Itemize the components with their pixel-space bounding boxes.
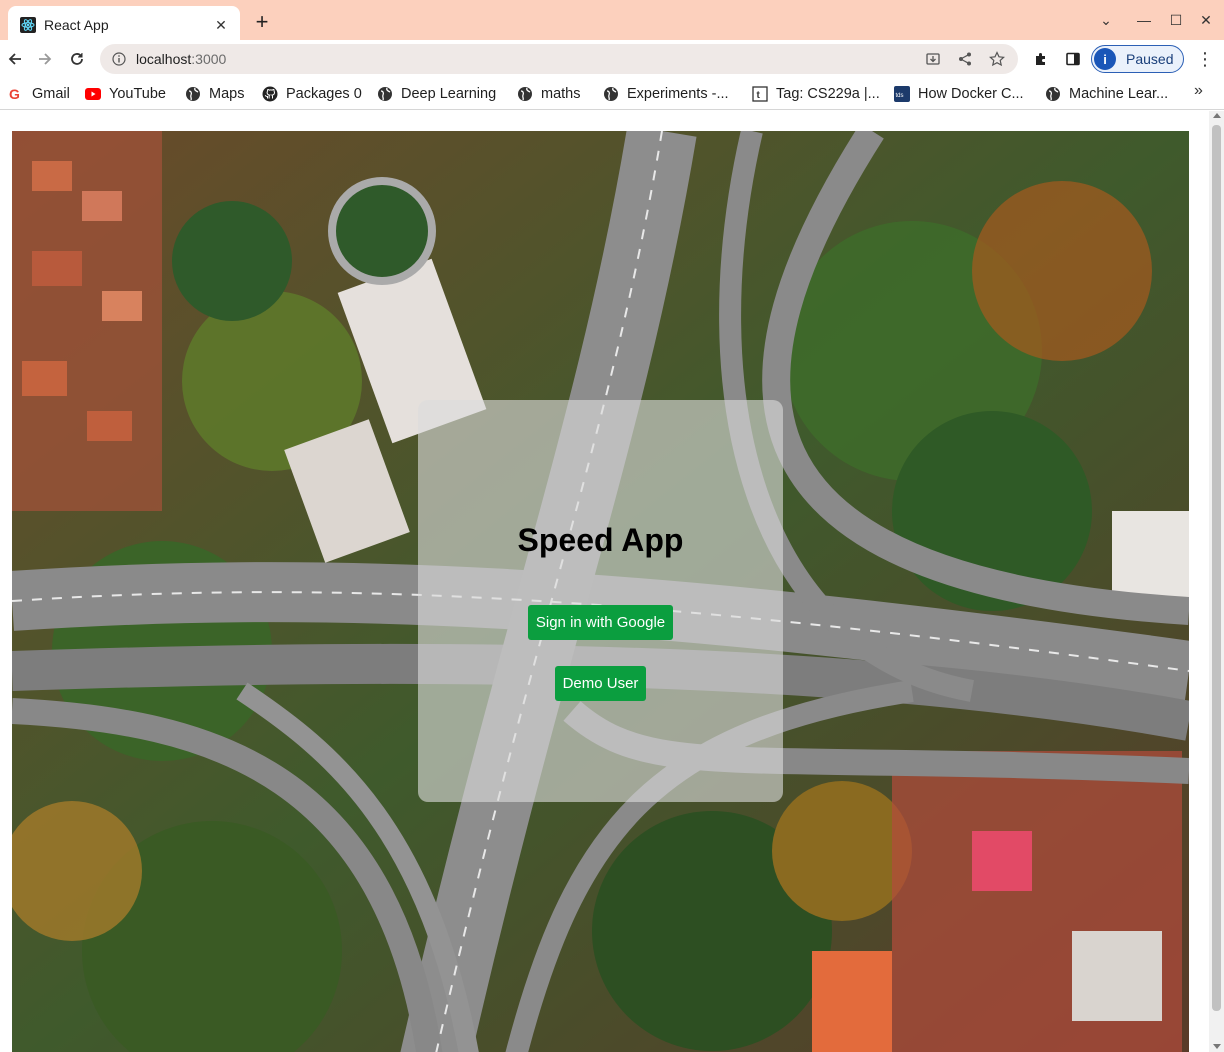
bookmark-experiments[interactable]: Experiments -... — [603, 82, 729, 106]
bookmark-star-icon[interactable] — [988, 50, 1006, 68]
minimize-icon[interactable]: — — [1134, 12, 1154, 28]
tab-search-chevron-icon[interactable]: ⌄ — [1096, 12, 1116, 29]
bookmark-packages[interactable]: Packages 0 — [262, 82, 362, 106]
browser-menu-icon[interactable]: ⋮ — [1196, 49, 1214, 69]
more-bookmarks-icon[interactable]: » — [1194, 82, 1203, 100]
profile-paused-button[interactable]: i Paused — [1091, 45, 1184, 73]
browser-tab[interactable]: React App ✕ — [8, 6, 240, 44]
globe-icon — [377, 86, 393, 102]
page-viewport: Speed App Sign in with Google Demo User — [0, 111, 1209, 1052]
login-card: Speed App Sign in with Google Demo User — [418, 400, 783, 802]
extensions-puzzle-icon[interactable] — [1031, 49, 1051, 69]
vertical-scrollbar[interactable] — [1209, 111, 1224, 1052]
globe-icon — [1045, 86, 1061, 102]
avatar: i — [1094, 48, 1116, 70]
browser-toolbar: localhost:3000 i Paused ⋮ — [0, 40, 1224, 78]
demo-user-button[interactable]: Demo User — [554, 666, 647, 701]
scroll-down-arrow-icon[interactable] — [1213, 1044, 1221, 1049]
globe-icon — [517, 86, 533, 102]
bookmark-youtube[interactable]: YouTube — [85, 82, 166, 106]
bookmark-docker[interactable]: tds How Docker C... — [894, 82, 1024, 106]
sign-in-with-google-button[interactable]: Sign in with Google — [527, 605, 674, 640]
back-arrow-icon[interactable] — [4, 48, 26, 70]
maximize-icon[interactable]: ☐ — [1166, 12, 1186, 29]
side-panel-icon[interactable] — [1063, 49, 1083, 69]
react-icon — [20, 17, 36, 33]
gmail-icon: G — [8, 86, 24, 102]
youtube-icon — [85, 86, 101, 102]
address-bar[interactable]: localhost:3000 — [100, 44, 1018, 74]
tab-strip: React App ✕ + ⌄ — ☐ ✕ — [0, 0, 1224, 44]
close-tab-icon[interactable]: ✕ — [212, 17, 230, 34]
reload-icon[interactable] — [66, 48, 88, 70]
globe-icon — [603, 86, 619, 102]
bookmark-maps[interactable]: Maps — [185, 82, 244, 106]
url-text: localhost:3000 — [136, 51, 227, 67]
close-window-icon[interactable]: ✕ — [1196, 12, 1216, 29]
site-icon: tds — [894, 86, 910, 102]
bookmarks-bar: G Gmail YouTube Maps Packages 0 Deep Lea… — [0, 78, 1224, 110]
page-title: Speed App — [517, 522, 684, 558]
profile-status: Paused — [1126, 51, 1174, 67]
bookmark-machine-learning[interactable]: Machine Lear... — [1045, 82, 1168, 106]
site-info-icon[interactable] — [112, 52, 126, 66]
bookmark-cs229a[interactable]: t Tag: CS229a |... — [752, 82, 880, 106]
new-tab-icon[interactable]: + — [250, 10, 274, 34]
share-icon[interactable] — [956, 50, 974, 68]
scroll-up-arrow-icon[interactable] — [1213, 113, 1221, 118]
bookmark-maths[interactable]: maths — [517, 82, 581, 106]
bookmark-gmail[interactable]: G Gmail — [8, 82, 70, 106]
globe-icon — [185, 86, 201, 102]
scrollbar-thumb[interactable] — [1212, 125, 1221, 1011]
tab-title: React App — [44, 17, 109, 33]
bookmark-deep-learning[interactable]: Deep Learning — [377, 82, 496, 106]
install-app-icon[interactable] — [924, 50, 942, 68]
forward-arrow-icon[interactable] — [34, 48, 56, 70]
page-icon: t — [752, 86, 768, 102]
svg-text:tds: tds — [896, 93, 904, 99]
github-icon — [262, 86, 278, 102]
svg-text:G: G — [9, 86, 20, 102]
